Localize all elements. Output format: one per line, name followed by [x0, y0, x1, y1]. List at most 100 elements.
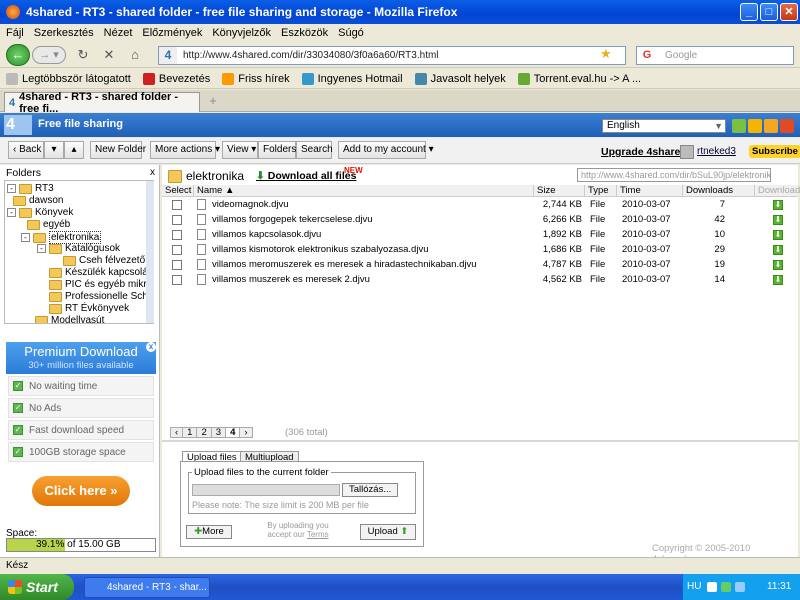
- tree-item-katalogusok[interactable]: - Katalógusok: [37, 243, 120, 254]
- subscribe-button[interactable]: Subscribe: [749, 145, 800, 158]
- home-icon[interactable]: ⌂: [126, 46, 144, 64]
- menu-view[interactable]: Nézet: [104, 27, 133, 39]
- browse-button[interactable]: Tallózás...: [342, 483, 399, 497]
- new-tab-icon[interactable]: +: [206, 94, 220, 108]
- table-row[interactable]: villamos meromuszerek es meresek a hirad…: [162, 258, 798, 273]
- more-actions-button[interactable]: More actions ▾: [150, 141, 220, 159]
- menu-history[interactable]: Előzmények: [142, 27, 202, 39]
- row-checkbox[interactable]: [172, 260, 182, 270]
- table-row[interactable]: villamos muszerek es meresek 2.djvu 4,562…: [162, 273, 798, 288]
- folders-close-icon[interactable]: x: [150, 167, 155, 178]
- tree-scrollbar[interactable]: [146, 181, 154, 323]
- menu-bookmarks[interactable]: Könyvjelzők: [212, 27, 271, 39]
- pager-next[interactable]: ›: [239, 427, 253, 438]
- tree-item-modellvasut[interactable]: Modellvasút: [35, 315, 104, 323]
- tree-item-keszulek[interactable]: Készülék kapcsolási r: [49, 267, 153, 278]
- upload-button[interactable]: Upload ⬆: [360, 524, 416, 540]
- panel-divider[interactable]: [162, 440, 798, 442]
- search-button[interactable]: Search: [296, 141, 333, 159]
- pager-page-4[interactable]: 4: [225, 427, 241, 438]
- table-row[interactable]: videomagnok.djvu 2,744 KB File 2010-03-07 7 ⬇: [162, 198, 798, 213]
- upgrade-link[interactable]: Upgrade 4shared: [601, 146, 687, 158]
- pager-page-2[interactable]: 2: [196, 427, 212, 438]
- bookmark-getting-started[interactable]: Bevezetés: [142, 72, 210, 85]
- edit-icon[interactable]: [732, 119, 746, 133]
- col-size[interactable]: Size: [533, 185, 555, 197]
- bookmark-most-visited[interactable]: Legtöbbször látogatott: [6, 72, 131, 85]
- volume-icon[interactable]: [735, 582, 745, 592]
- minimize-button[interactable]: _: [740, 3, 758, 21]
- row-checkbox[interactable]: [172, 245, 182, 255]
- shield-icon[interactable]: [707, 582, 717, 592]
- close-icon[interactable]: x: [146, 342, 156, 352]
- tree-item-konyvek[interactable]: - Könyvek: [7, 207, 73, 218]
- download-icon[interactable]: ⬇: [773, 275, 783, 285]
- more-button[interactable]: ✚More: [186, 525, 232, 539]
- browser-forward-button[interactable]: → ▾: [32, 46, 66, 64]
- close-button[interactable]: ✕: [780, 3, 798, 21]
- col-type[interactable]: Type: [584, 185, 609, 197]
- tree-item-professionelle[interactable]: Professionelle Schaltu: [49, 291, 153, 302]
- language-select[interactable]: English ▼: [602, 119, 726, 133]
- add-to-account-button[interactable]: Add to my account ▾: [338, 141, 434, 159]
- close-icon[interactable]: [780, 119, 794, 133]
- url-bar[interactable]: 4 http://www.4shared.com/dir/33034080/3f…: [158, 46, 626, 65]
- help-icon[interactable]: [764, 119, 778, 133]
- download-icon[interactable]: ⬇: [773, 230, 783, 240]
- table-row[interactable]: villamos kapcsolasok.djvu 1,892 KB File 201…: [162, 228, 798, 243]
- language-indicator[interactable]: HU: [687, 574, 701, 600]
- download-icon[interactable]: ⬇: [773, 200, 783, 210]
- file-name[interactable]: videomagnok.djvu: [212, 199, 289, 210]
- file-name[interactable]: villamos forgogepek tekercselese.djvu: [212, 214, 373, 225]
- back-button[interactable]: ‹ Back: [8, 141, 44, 159]
- row-checkbox[interactable]: [172, 275, 182, 285]
- tree-item-egyeb[interactable]: egyéb: [27, 219, 70, 230]
- download-icon[interactable]: ⬇: [773, 245, 783, 255]
- up-button[interactable]: ▴: [64, 141, 84, 159]
- stop-icon[interactable]: ✕: [100, 46, 118, 64]
- row-checkbox[interactable]: [172, 230, 182, 240]
- search-box[interactable]: G Google: [636, 46, 794, 65]
- bookmark-torrent[interactable]: Torrent.eval.hu -> A ...: [517, 72, 641, 85]
- terms-link[interactable]: Terms: [307, 530, 329, 539]
- bookmark-hotmail[interactable]: Ingyenes Hotmail: [301, 72, 403, 85]
- tree-item-dawson[interactable]: dawson: [13, 195, 63, 206]
- user-link[interactable]: rtneked3: [697, 146, 736, 157]
- tree-item-rt-evkonyvek[interactable]: RT Évkönyvek: [49, 303, 129, 314]
- row-checkbox[interactable]: [172, 200, 182, 210]
- tree-item-rt3[interactable]: - RT3: [7, 183, 54, 194]
- row-checkbox[interactable]: [172, 215, 182, 225]
- view-button[interactable]: View ▾: [222, 141, 258, 159]
- network-icon[interactable]: [721, 582, 731, 592]
- dropdown-button[interactable]: ▾: [44, 141, 64, 159]
- new-folder-button[interactable]: New Folder: [90, 141, 146, 159]
- menu-edit[interactable]: Szerkesztés: [34, 27, 94, 39]
- download-icon[interactable]: ⬇: [773, 215, 783, 225]
- folder-url-field[interactable]: http://www.4shared.com/dir/bSuL90jp/elek…: [577, 168, 771, 182]
- col-select[interactable]: Select: [162, 185, 191, 197]
- col-time[interactable]: Time: [616, 185, 641, 197]
- file-name[interactable]: villamos muszerek es meresek 2.djvu: [212, 274, 370, 285]
- file-name[interactable]: villamos meromuszerek es meresek a hirad…: [212, 259, 477, 270]
- click-here-button[interactable]: Click here »: [32, 476, 130, 506]
- download-all-link[interactable]: ⬇ Download all files: [256, 170, 356, 182]
- pager-page-3[interactable]: 3: [210, 427, 227, 438]
- menu-tools[interactable]: Eszközök: [281, 27, 328, 39]
- col-downloads[interactable]: Downloads: [682, 185, 733, 197]
- taskbar-item-firefox[interactable]: 4shared - RT3 - shar...: [84, 577, 210, 598]
- bookmark-star-icon[interactable]: ★: [600, 46, 612, 62]
- tab-4shared[interactable]: 4 4shared - RT3 - shared folder - free f…: [4, 91, 200, 115]
- reload-icon[interactable]: ↻: [74, 46, 92, 64]
- file-name[interactable]: villamos kismotorok elektronikus szabaly…: [212, 244, 428, 255]
- maximize-button[interactable]: □: [760, 3, 778, 21]
- bookmark-suggested[interactable]: Javasolt helyek: [414, 72, 506, 85]
- col-name[interactable]: Name ▲: [193, 185, 533, 197]
- menu-help[interactable]: Súgó: [338, 27, 364, 39]
- browser-back-button[interactable]: ←: [6, 44, 30, 66]
- file-name[interactable]: villamos kapcsolasok.djvu: [212, 229, 321, 240]
- mail-icon[interactable]: [748, 119, 762, 133]
- menu-file[interactable]: Fájl: [6, 27, 24, 39]
- file-input[interactable]: [192, 484, 340, 496]
- download-icon[interactable]: ⬇: [773, 260, 783, 270]
- folders-button[interactable]: Folders: [258, 141, 296, 159]
